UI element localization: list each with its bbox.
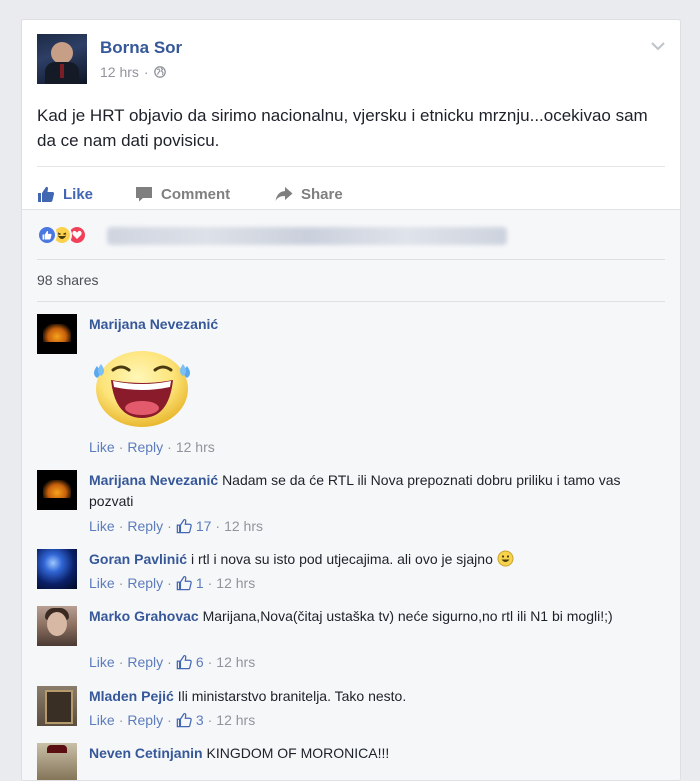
comment-button[interactable]: Comment	[135, 178, 680, 210]
comment-reply-link[interactable]: Reply	[127, 654, 163, 670]
reaction-names-blurred	[107, 227, 507, 245]
post-meta: 12 hrs ·	[100, 64, 166, 80]
post-header: Borna Sor 12 hrs ·	[37, 34, 657, 84]
meta-separator: ·	[207, 654, 213, 670]
share-label: Share	[301, 185, 343, 203]
smiley-icon	[497, 550, 514, 567]
author-avatar[interactable]	[37, 34, 87, 84]
meta-separator: ·	[118, 712, 124, 728]
commenter-name[interactable]: Mladen Pejić	[89, 688, 174, 704]
comment-like-count[interactable]: 17	[196, 518, 212, 534]
comment-time[interactable]: 12 hrs	[176, 439, 215, 455]
divider	[37, 259, 665, 260]
comment-meta: Like · Reply · 6 · 12 hrs	[89, 654, 255, 670]
meta-separator: ·	[167, 654, 172, 670]
like-label: Like	[63, 185, 94, 203]
reactions-bar[interactable]	[37, 225, 517, 245]
comment-like-link[interactable]: Like	[89, 712, 115, 728]
commenter-avatar[interactable]	[37, 686, 77, 726]
like-reaction-icon	[37, 225, 57, 245]
commenter-avatar[interactable]	[37, 606, 77, 646]
meta-separator: ·	[118, 518, 124, 534]
comment-text: Ili ministarstvo branitelja. Tako nesto.	[177, 688, 407, 704]
meta-separator: ·	[167, 575, 172, 591]
laughing-face-sticker	[94, 351, 190, 427]
thumbs-up-outline-icon[interactable]	[176, 654, 192, 670]
like-button[interactable]: Like	[37, 178, 93, 210]
post-time[interactable]: 12 hrs	[100, 64, 139, 80]
thumbs-up-icon	[38, 186, 55, 202]
share-arrow-icon	[275, 187, 293, 201]
comment-like-link[interactable]: Like	[89, 518, 115, 534]
comment-time[interactable]: 12 hrs	[216, 575, 255, 591]
comment-reply-link[interactable]: Reply	[127, 518, 163, 534]
meta-separator: ·	[118, 654, 124, 670]
meta-separator: ·	[167, 712, 172, 728]
globe-icon[interactable]	[153, 66, 166, 78]
thumbs-up-outline-icon[interactable]	[176, 518, 192, 534]
meta-separator: ·	[118, 575, 124, 591]
commenter-name[interactable]: Marko Grahovac	[89, 608, 199, 624]
commenter-name[interactable]: Marijana Nevezanić	[89, 472, 218, 488]
comment-reply-link[interactable]: Reply	[127, 439, 163, 455]
commenter-name[interactable]: Marijana Nevezanić	[89, 316, 218, 332]
post-actions: Like Comment Share	[37, 178, 657, 210]
comment-text: KINGDOM OF MORONICA!!!	[206, 745, 390, 761]
comment-like-link[interactable]: Like	[89, 654, 115, 670]
comment-like-link[interactable]: Like	[89, 439, 115, 455]
meta-separator: ·	[207, 575, 213, 591]
comment-icon	[136, 187, 152, 202]
comment-like-count[interactable]: 1	[196, 575, 204, 591]
comment-like-count[interactable]: 6	[196, 654, 204, 670]
comment-like-link[interactable]: Like	[89, 575, 115, 591]
meta-separator: ·	[207, 712, 213, 728]
comment-reply-link[interactable]: Reply	[127, 712, 163, 728]
commenter-avatar[interactable]	[37, 314, 77, 354]
commenter-avatar[interactable]	[37, 743, 77, 780]
share-button[interactable]: Share	[275, 178, 343, 210]
comment-text: Marijana,Nova(čitaj ustaška tv) neće sig…	[202, 608, 613, 624]
shares-count[interactable]: 98 shares	[37, 272, 98, 288]
meta-separator: ·	[167, 439, 172, 455]
comment-meta: Like · Reply · 1 · 12 hrs	[89, 575, 255, 591]
meta-separator: ·	[118, 439, 124, 455]
comment-time[interactable]: 12 hrs	[216, 712, 255, 728]
meta-separator: ·	[215, 518, 221, 534]
post-text: Kad je HRT objavio da sirimo nacionalnu,…	[37, 106, 648, 150]
thumbs-up-outline-icon[interactable]	[176, 575, 192, 591]
chevron-down-icon[interactable]	[650, 40, 666, 52]
divider	[37, 166, 665, 167]
post-author-name[interactable]: Borna Sor	[100, 38, 182, 58]
comment-like-count[interactable]: 3	[196, 712, 204, 728]
comment-text: i rtl i nova su isto pod utjecajima. ali…	[190, 551, 493, 567]
commenter-avatar[interactable]	[37, 470, 77, 510]
commenter-name[interactable]: Goran Pavlinić	[89, 551, 187, 567]
engagement-section: 98 shares Marijana Nevezanić Like · Repl…	[22, 209, 680, 780]
commenter-name[interactable]: Neven Cetinjanin	[89, 745, 203, 761]
thumbs-up-outline-icon[interactable]	[176, 712, 192, 728]
comment-time[interactable]: 12 hrs	[216, 654, 255, 670]
meta-separator: ·	[167, 518, 172, 534]
post-card: Borna Sor 12 hrs · Kad je HRT objavio da…	[21, 19, 681, 781]
commenter-avatar[interactable]	[37, 549, 77, 589]
comment-label: Comment	[161, 185, 231, 203]
meta-separator: ·	[143, 64, 149, 80]
comment-meta: Like · Reply · 3 · 12 hrs	[89, 712, 255, 728]
divider	[37, 301, 665, 302]
comment-reply-link[interactable]: Reply	[127, 575, 163, 591]
comment-time[interactable]: 12 hrs	[224, 518, 263, 534]
comment-meta: Like · Reply · 17 · 12 hrs	[89, 518, 263, 534]
comment-meta: Like · Reply · 12 hrs	[89, 439, 215, 455]
